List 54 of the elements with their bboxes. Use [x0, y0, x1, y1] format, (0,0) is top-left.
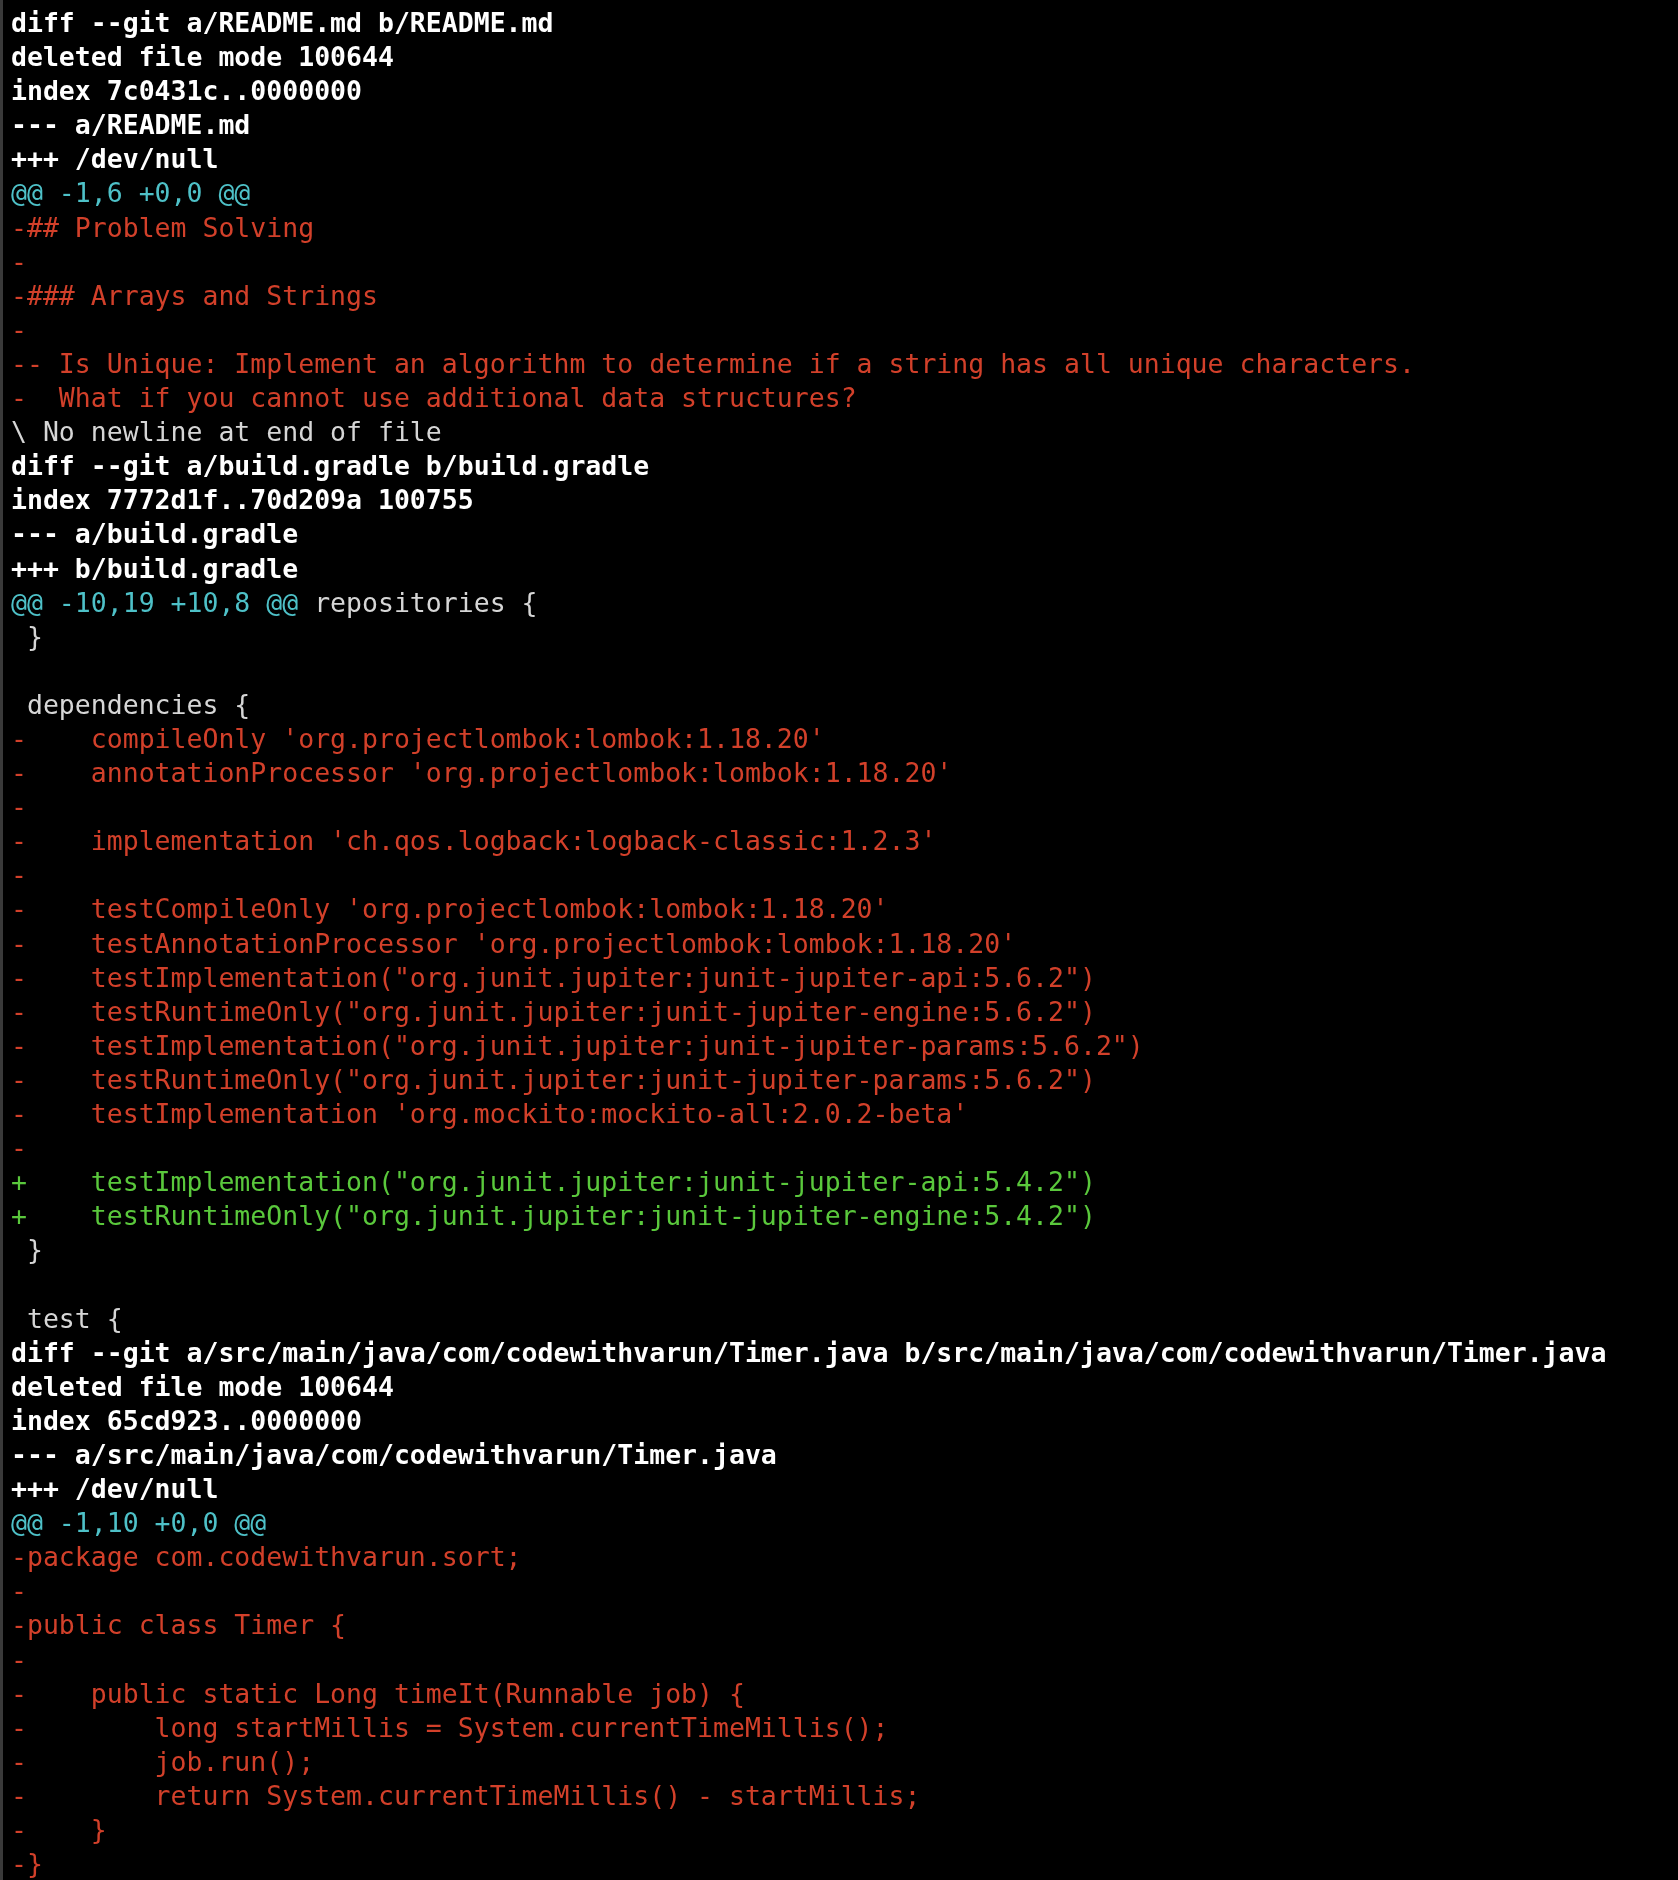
diff-header-line: +++ /dev/null	[11, 142, 219, 177]
removed-line: -	[11, 858, 27, 893]
removed-line: - return System.currentTimeMillis() - startMillis;	[11, 1778, 921, 1813]
removed-line: - testCompileOnly 'org.projectlombok:lombok:1.18.20'	[11, 892, 889, 927]
removed-line: -	[11, 1131, 27, 1166]
no-newline-note: \ No newline at end of file	[11, 415, 442, 450]
removed-line: - testRuntimeOnly("org.junit.jupiter:junit-jupiter-params:5.6.2")	[11, 1062, 1096, 1097]
removed-line: -	[11, 1642, 27, 1677]
added-line: + testImplementation("org.junit.jupiter:junit-jupiter-api:5.4.2")	[11, 1165, 1096, 1200]
removed-line: -}	[11, 1847, 43, 1880]
hunk-range: @@ -10,19 +10,8 @@	[11, 585, 299, 620]
removed-line: - What if you cannot use additional data structures?	[11, 381, 857, 416]
diff-header-line: diff --git a/README.md b/README.md	[11, 6, 554, 40]
removed-line: -- Is Unique: Implement an algorithm to determine if a string has all unique characters.	[11, 346, 1415, 381]
context-line: dependencies {	[25, 687, 251, 722]
diff-header-line: index 7c0431c..0000000	[11, 74, 362, 109]
removed-line: - testImplementation("org.junit.jupiter:junit-jupiter-params:5.6.2")	[11, 1028, 1144, 1063]
context-line: test {	[25, 1301, 123, 1336]
hunk-range: @@ -1,10 +0,0 @@	[11, 1506, 267, 1541]
removed-line: - implementation 'ch.qos.logback:logback-classic:1.2.3'	[11, 824, 937, 859]
hunk-context: repositories {	[314, 585, 538, 620]
removed-line: -## Problem Solving	[11, 210, 315, 245]
diff-header-line: --- a/src/main/java/com/codewithvarun/Timer.java	[11, 1437, 777, 1472]
diff-header-line: deleted file mode 100644	[11, 40, 394, 75]
hunk-range: @@ -1,6 +0,0 @@	[11, 176, 251, 211]
removed-line: - long startMillis = System.currentTimeMillis();	[11, 1710, 889, 1745]
context-line: }	[25, 619, 43, 654]
removed-line: -	[11, 244, 27, 279]
removed-line: - }	[11, 1812, 107, 1847]
diff-header-line: index 65cd923..0000000	[11, 1403, 362, 1438]
diff-header-line: diff --git a/src/main/java/com/codewithvarun/Timer.java b/src/main/java/com/codewithvarun/Timer.java	[11, 1335, 1607, 1370]
removed-line: - public static Long timeIt(Runnable job) {	[11, 1676, 745, 1711]
diff-header-line: deleted file mode 100644	[11, 1369, 394, 1404]
removed-line: - annotationProcessor 'org.projectlombok:lombok:1.18.20'	[11, 756, 953, 791]
removed-line: - job.run();	[11, 1744, 315, 1779]
diff-header-line: index 7772d1f..70d209a 100755	[11, 483, 474, 518]
removed-line: - testImplementation 'org.mockito:mockito-all:2.0.2-beta'	[11, 1097, 969, 1131]
diff-header-line: +++ b/build.gradle	[11, 551, 299, 586]
added-line: + testRuntimeOnly("org.junit.jupiter:junit-jupiter-engine:5.4.2")	[11, 1199, 1096, 1234]
removed-line: -	[11, 790, 27, 825]
diff-header-line: diff --git a/build.gradle b/build.gradle	[11, 449, 650, 484]
removed-line: - compileOnly 'org.projectlombok:lombok:1.18.20'	[11, 721, 825, 756]
context-line: }	[25, 1233, 43, 1268]
removed-line: -	[11, 312, 27, 347]
removed-line: -public class Timer {	[11, 1608, 347, 1643]
removed-line: -	[11, 1574, 27, 1609]
diff-header-line: +++ /dev/null	[11, 1472, 219, 1507]
removed-line: -### Arrays and Strings	[11, 278, 378, 313]
removed-line: - testRuntimeOnly("org.junit.jupiter:junit-jupiter-engine:5.6.2")	[11, 994, 1096, 1029]
diff-header-line: --- a/build.gradle	[11, 517, 299, 552]
removed-line: - testImplementation("org.junit.jupiter:junit-jupiter-api:5.6.2")	[11, 960, 1096, 995]
removed-line: - testAnnotationProcessor 'org.projectlombok:lombok:1.18.20'	[11, 926, 1017, 961]
diff-header-line: --- a/README.md	[11, 108, 251, 143]
removed-line: -package com.codewithvarun.sort;	[11, 1540, 522, 1575]
